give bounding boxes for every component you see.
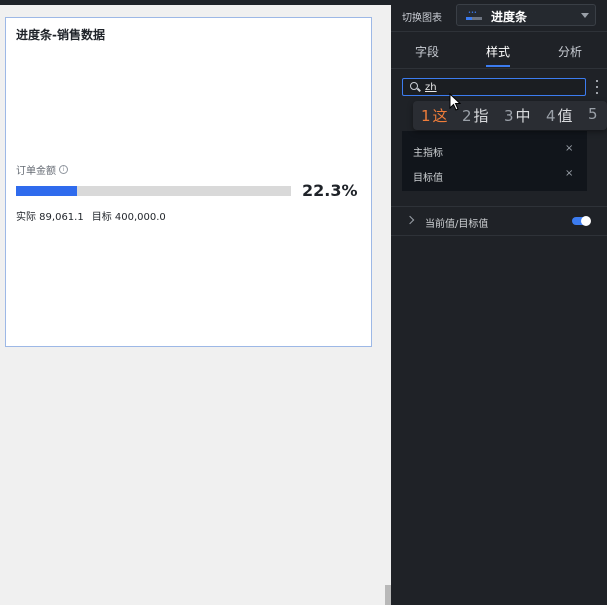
dropdown-item-target-value[interactable]: 目标值 bbox=[413, 169, 443, 184]
panel-tabs: 字段 样式 分析 bbox=[391, 32, 607, 69]
close-icon[interactable]: × bbox=[565, 143, 573, 154]
caret-down-icon bbox=[581, 13, 589, 18]
progress-fill bbox=[16, 186, 78, 196]
metric-label: 订单金额 bbox=[16, 166, 56, 177]
close-icon[interactable]: × bbox=[565, 168, 573, 179]
ime-candidate-3[interactable]: 3中 bbox=[504, 105, 531, 126]
ime-candidate-4[interactable]: 4值 bbox=[546, 105, 573, 126]
progress-percent: 22.3% bbox=[302, 181, 358, 200]
actual-value: 实际 89,061.1 bbox=[16, 212, 84, 223]
style-panel: 切换图表 ••• 进度条 字段 样式 分析 bbox=[391, 0, 607, 605]
tab-analysis[interactable]: 分析 bbox=[558, 43, 582, 60]
chart-title: 进度条-销售数据 bbox=[16, 28, 105, 42]
progress-chart-icon: ••• bbox=[466, 10, 482, 21]
progress-track bbox=[16, 186, 291, 196]
ime-candidate-2[interactable]: 2指 bbox=[462, 105, 489, 126]
ime-candidate-5[interactable]: 5 bbox=[588, 105, 600, 123]
section-current-target[interactable]: 当前值/目标值 bbox=[391, 206, 607, 236]
style-search-box[interactable] bbox=[402, 78, 586, 96]
target-value: 目标 400,000.0 bbox=[91, 212, 166, 223]
ime-candidate-bar[interactable]: 1这 2指 3中 4值 5 bbox=[413, 101, 607, 130]
style-search-input[interactable] bbox=[425, 80, 575, 95]
progress-chart-card[interactable]: 进度条-销售数据 订单金额 i 22.3% 实际 89,061.1 目标 400… bbox=[5, 17, 372, 347]
progress-detail: 实际 89,061.1 目标 400,000.0 bbox=[16, 208, 166, 223]
more-options-icon[interactable] bbox=[595, 80, 599, 94]
section-label: 当前值/目标值 bbox=[425, 219, 489, 230]
chevron-right-icon[interactable] bbox=[405, 215, 415, 225]
chart-type-name: 进度条 bbox=[491, 10, 528, 24]
switch-chart-label: 切换图表 bbox=[402, 13, 442, 24]
tab-fields[interactable]: 字段 bbox=[415, 43, 439, 60]
info-icon[interactable]: i bbox=[59, 165, 68, 174]
metric-label-row: 订单金额 i bbox=[16, 162, 68, 177]
search-icon bbox=[410, 82, 418, 90]
switch-chart-row: 切换图表 ••• 进度条 bbox=[391, 0, 607, 32]
dropdown-item-main-metric[interactable]: 主指标 bbox=[413, 144, 443, 159]
chart-type-select[interactable]: ••• 进度条 bbox=[456, 4, 596, 26]
tab-style[interactable]: 样式 bbox=[486, 43, 510, 60]
ime-candidate-1[interactable]: 1这 bbox=[421, 105, 448, 126]
active-tab-indicator bbox=[486, 65, 510, 67]
search-results-dropdown: 主指标 × 目标值 × bbox=[402, 131, 587, 191]
current-target-toggle[interactable] bbox=[572, 216, 591, 226]
